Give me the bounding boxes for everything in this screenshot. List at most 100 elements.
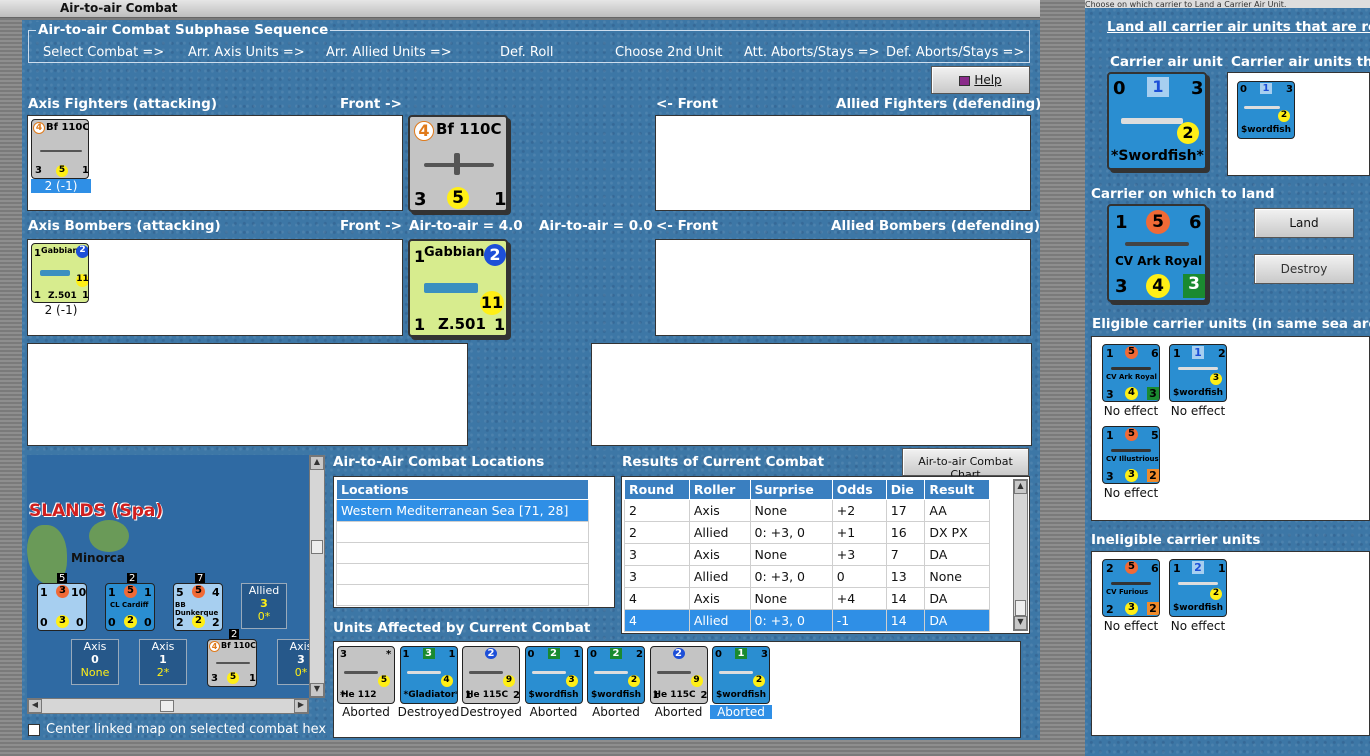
- scroll-left-icon[interactable]: ◀: [28, 699, 42, 713]
- scroll-up-icon[interactable]: ▲: [310, 456, 324, 470]
- air-to-air-allied: Air-to-air = 0.0: [539, 218, 653, 234]
- location-row[interactable]: Western Mediterranean Sea [71, 28]: [336, 499, 589, 522]
- ineligible-box[interactable]: 2 5 6 CV Furious 2 3 2 No effect 1 2 1 2 $wordfish No…: [1091, 551, 1370, 736]
- carrier-list-counter[interactable]: 1 5 5 CV Illustrious 3 3 2: [1102, 426, 1160, 484]
- stack-tl: 1: [40, 586, 48, 599]
- unit-range: 2: [1278, 110, 1290, 122]
- affected-unit-counter[interactable]: 0 2 2 2 $wordfish: [587, 646, 645, 704]
- map-vscroll-thumb[interactable]: [311, 540, 323, 554]
- big-carrier-counter[interactable]: 1 5 6 CV Ark Royal 3 4 3: [1107, 204, 1207, 302]
- map-vscroll[interactable]: ▲ ▼: [309, 455, 325, 698]
- small-swordfish-counter[interactable]: 0 1 3 2 $wordfish: [1237, 81, 1295, 139]
- title-bar[interactable]: Air-to-air Combat: [0, 0, 1080, 18]
- big-fighter-counter[interactable]: 4 Bf 110C 3 5 1: [408, 115, 508, 212]
- scroll-down-icon[interactable]: ▼: [1014, 616, 1027, 630]
- carrier-list-counter[interactable]: 1 5 6 CV Ark Royal 3 4 3: [1102, 344, 1160, 402]
- table-row[interactable]: 4 Axis None +4 14 DA: [624, 587, 990, 610]
- stack-counter: 1 3 10 0 3 0: [37, 583, 87, 631]
- unit-tl: 1: [402, 649, 410, 660]
- unit-br: 2: [700, 690, 708, 701]
- col-roller[interactable]: Roller: [688, 479, 751, 500]
- col-odds[interactable]: Odds: [831, 479, 887, 500]
- table-row[interactable]: 2 Axis None +2 17 AA: [624, 499, 990, 522]
- table-row-selected[interactable]: 4 Allied 0: +3, 0 -1 14 DA: [624, 609, 990, 632]
- unit-move: 1: [82, 165, 89, 176]
- stack-tr: 4: [212, 586, 220, 599]
- col-result[interactable]: Result: [924, 479, 990, 500]
- unit-br: 2: [1147, 602, 1159, 615]
- carrier-list-counter[interactable]: 2 5 6 CV Furious 2 3 2: [1102, 559, 1160, 617]
- eligible-box[interactable]: 1 5 6 CV Ark Royal 3 4 3 No effect 1 1 2 3 $wordfish…: [1091, 336, 1370, 521]
- big-swordfish-counter[interactable]: 0 1 3 2 *Swordfish*: [1107, 72, 1207, 170]
- big-fighter-attack: 4: [414, 121, 434, 141]
- unit-tm: 2: [672, 648, 685, 659]
- step-select-combat: Select Combat =>: [43, 45, 165, 60]
- map-stack-2[interactable]: 2 1 5 1 CL Cardiff 0 2 0: [105, 573, 155, 631]
- carrier-list-counter[interactable]: 1 2 1 2 $wordfish: [1169, 559, 1227, 617]
- axis-bombers-box[interactable]: 1 Gabbiano 2 11 1 Z.501 1 2 (-1): [27, 239, 403, 336]
- right-top-text: Choose on which carrier to Land a Carrie…: [1085, 0, 1287, 8]
- affected-unit-counter[interactable]: 3 * 5 * He 112: [337, 646, 395, 704]
- scroll-up-icon[interactable]: ▲: [1014, 480, 1027, 494]
- destroy-button[interactable]: Destroy: [1254, 254, 1354, 284]
- cell: DX PX: [924, 521, 990, 544]
- map-axis-box-1[interactable]: Axis 0 None: [71, 639, 119, 685]
- carrier-air-units-box[interactable]: 0 1 3 2 $wordfish: [1227, 72, 1370, 176]
- results-list[interactable]: Round Roller Surprise Odds Die Result 2A…: [621, 476, 1030, 634]
- locations-label: Air-to-Air Combat Locations: [333, 454, 545, 470]
- allied-bombers-box[interactable]: [655, 239, 1031, 336]
- unit-name: CV Ark Royal: [1106, 373, 1157, 381]
- axis-fighter-counter[interactable]: 4 Bf 110C 3 5 1: [31, 119, 89, 179]
- map-allied-box[interactable]: Allied 3 0*: [241, 583, 287, 629]
- results-vscroll-thumb[interactable]: [1015, 600, 1026, 616]
- table-row[interactable]: 3 Allied 0: +3, 0 0 13 None: [624, 565, 990, 588]
- affected-unit-counter[interactable]: 2 9 1 He 115C 2: [462, 646, 520, 704]
- map-hscroll-thumb[interactable]: [160, 700, 174, 712]
- col-round[interactable]: Round: [624, 479, 690, 500]
- location-row[interactable]: [336, 542, 589, 564]
- location-row[interactable]: [336, 521, 589, 543]
- scroll-down-icon[interactable]: ▼: [310, 683, 324, 697]
- locations-list[interactable]: Locations Western Mediterranean Sea [71,…: [333, 476, 615, 608]
- table-row[interactable]: 2 Allied 0: +3, 0 +1 16 DX PX: [624, 521, 990, 544]
- help-button[interactable]: Help: [931, 66, 1030, 94]
- combat-chart-button[interactable]: Air-to-air Combat Chart: [902, 448, 1029, 481]
- table-row[interactable]: 3 Axis None +3 7 DA: [624, 543, 990, 566]
- allied-fighters-box[interactable]: [655, 115, 1031, 211]
- big-bomber-counter[interactable]: 1 Gabbiano 2 11 1 Z.501 1: [408, 239, 508, 337]
- affected-unit-counter[interactable]: 0 1 3 2 $wordfish: [712, 646, 770, 704]
- cell: 0: +3, 0: [749, 609, 833, 632]
- stack-bl: 0: [40, 616, 48, 629]
- linked-map[interactable]: SLANDS (Spa) Minorca 5 1 3 10 0 3 0 2 1 …: [27, 455, 309, 698]
- scroll-right-icon[interactable]: ▶: [294, 699, 308, 713]
- location-row[interactable]: [336, 563, 589, 585]
- carrier-list-counter[interactable]: 1 1 2 3 $wordfish: [1169, 344, 1227, 402]
- map-stack-1[interactable]: 5 1 3 10 0 3 0: [37, 573, 87, 631]
- map-axis-box-3[interactable]: Axis 3 0*: [277, 639, 309, 685]
- land-button[interactable]: Land: [1254, 208, 1354, 238]
- axis-reserve-box[interactable]: [27, 343, 468, 446]
- col-die[interactable]: Die: [885, 479, 926, 500]
- axis-bomber-counter[interactable]: 1 Gabbiano 2 11 1 Z.501 1: [31, 243, 89, 303]
- unit-br: 1: [82, 290, 89, 301]
- map-hscroll[interactable]: ◀ ▶: [27, 698, 309, 714]
- affected-unit-counter[interactable]: 2 9 1 He 115C 2: [649, 646, 708, 704]
- big-fighter-move: 1: [494, 189, 507, 210]
- allied-reserve-box[interactable]: [591, 343, 1032, 446]
- axis-fighters-box[interactable]: 4 Bf 110C 3 5 1 2 (-1): [27, 115, 403, 211]
- center-map-checkbox[interactable]: [28, 724, 40, 736]
- affected-unit-counter[interactable]: 0 2 1 3 $wordfish: [524, 646, 583, 704]
- map-stack-3[interactable]: 7 5 5 4 BB Dunkerque 2 2 2: [173, 573, 223, 631]
- unit-defense: 3: [35, 165, 42, 176]
- unit-tm: 2: [485, 648, 497, 659]
- map-fighter-stack[interactable]: 2 4 Bf 110C 3 5 1: [207, 629, 259, 689]
- results-vscroll[interactable]: ▲ ▼: [1013, 479, 1028, 631]
- map-axis-box-2[interactable]: Axis 1 2*: [139, 639, 187, 685]
- affected-list[interactable]: 3 * 5 * He 112 Aborted 1 3 1 4 *Gladiator* Destroye…: [333, 641, 1021, 738]
- box-sub: None: [80, 666, 110, 679]
- unit-br: 2: [1147, 469, 1159, 482]
- location-row[interactable]: [336, 584, 589, 606]
- unit-name: $wordfish: [1173, 603, 1224, 613]
- affected-unit-counter[interactable]: 1 3 1 4 *Gladiator*: [399, 646, 458, 704]
- col-surprise[interactable]: Surprise: [749, 479, 833, 500]
